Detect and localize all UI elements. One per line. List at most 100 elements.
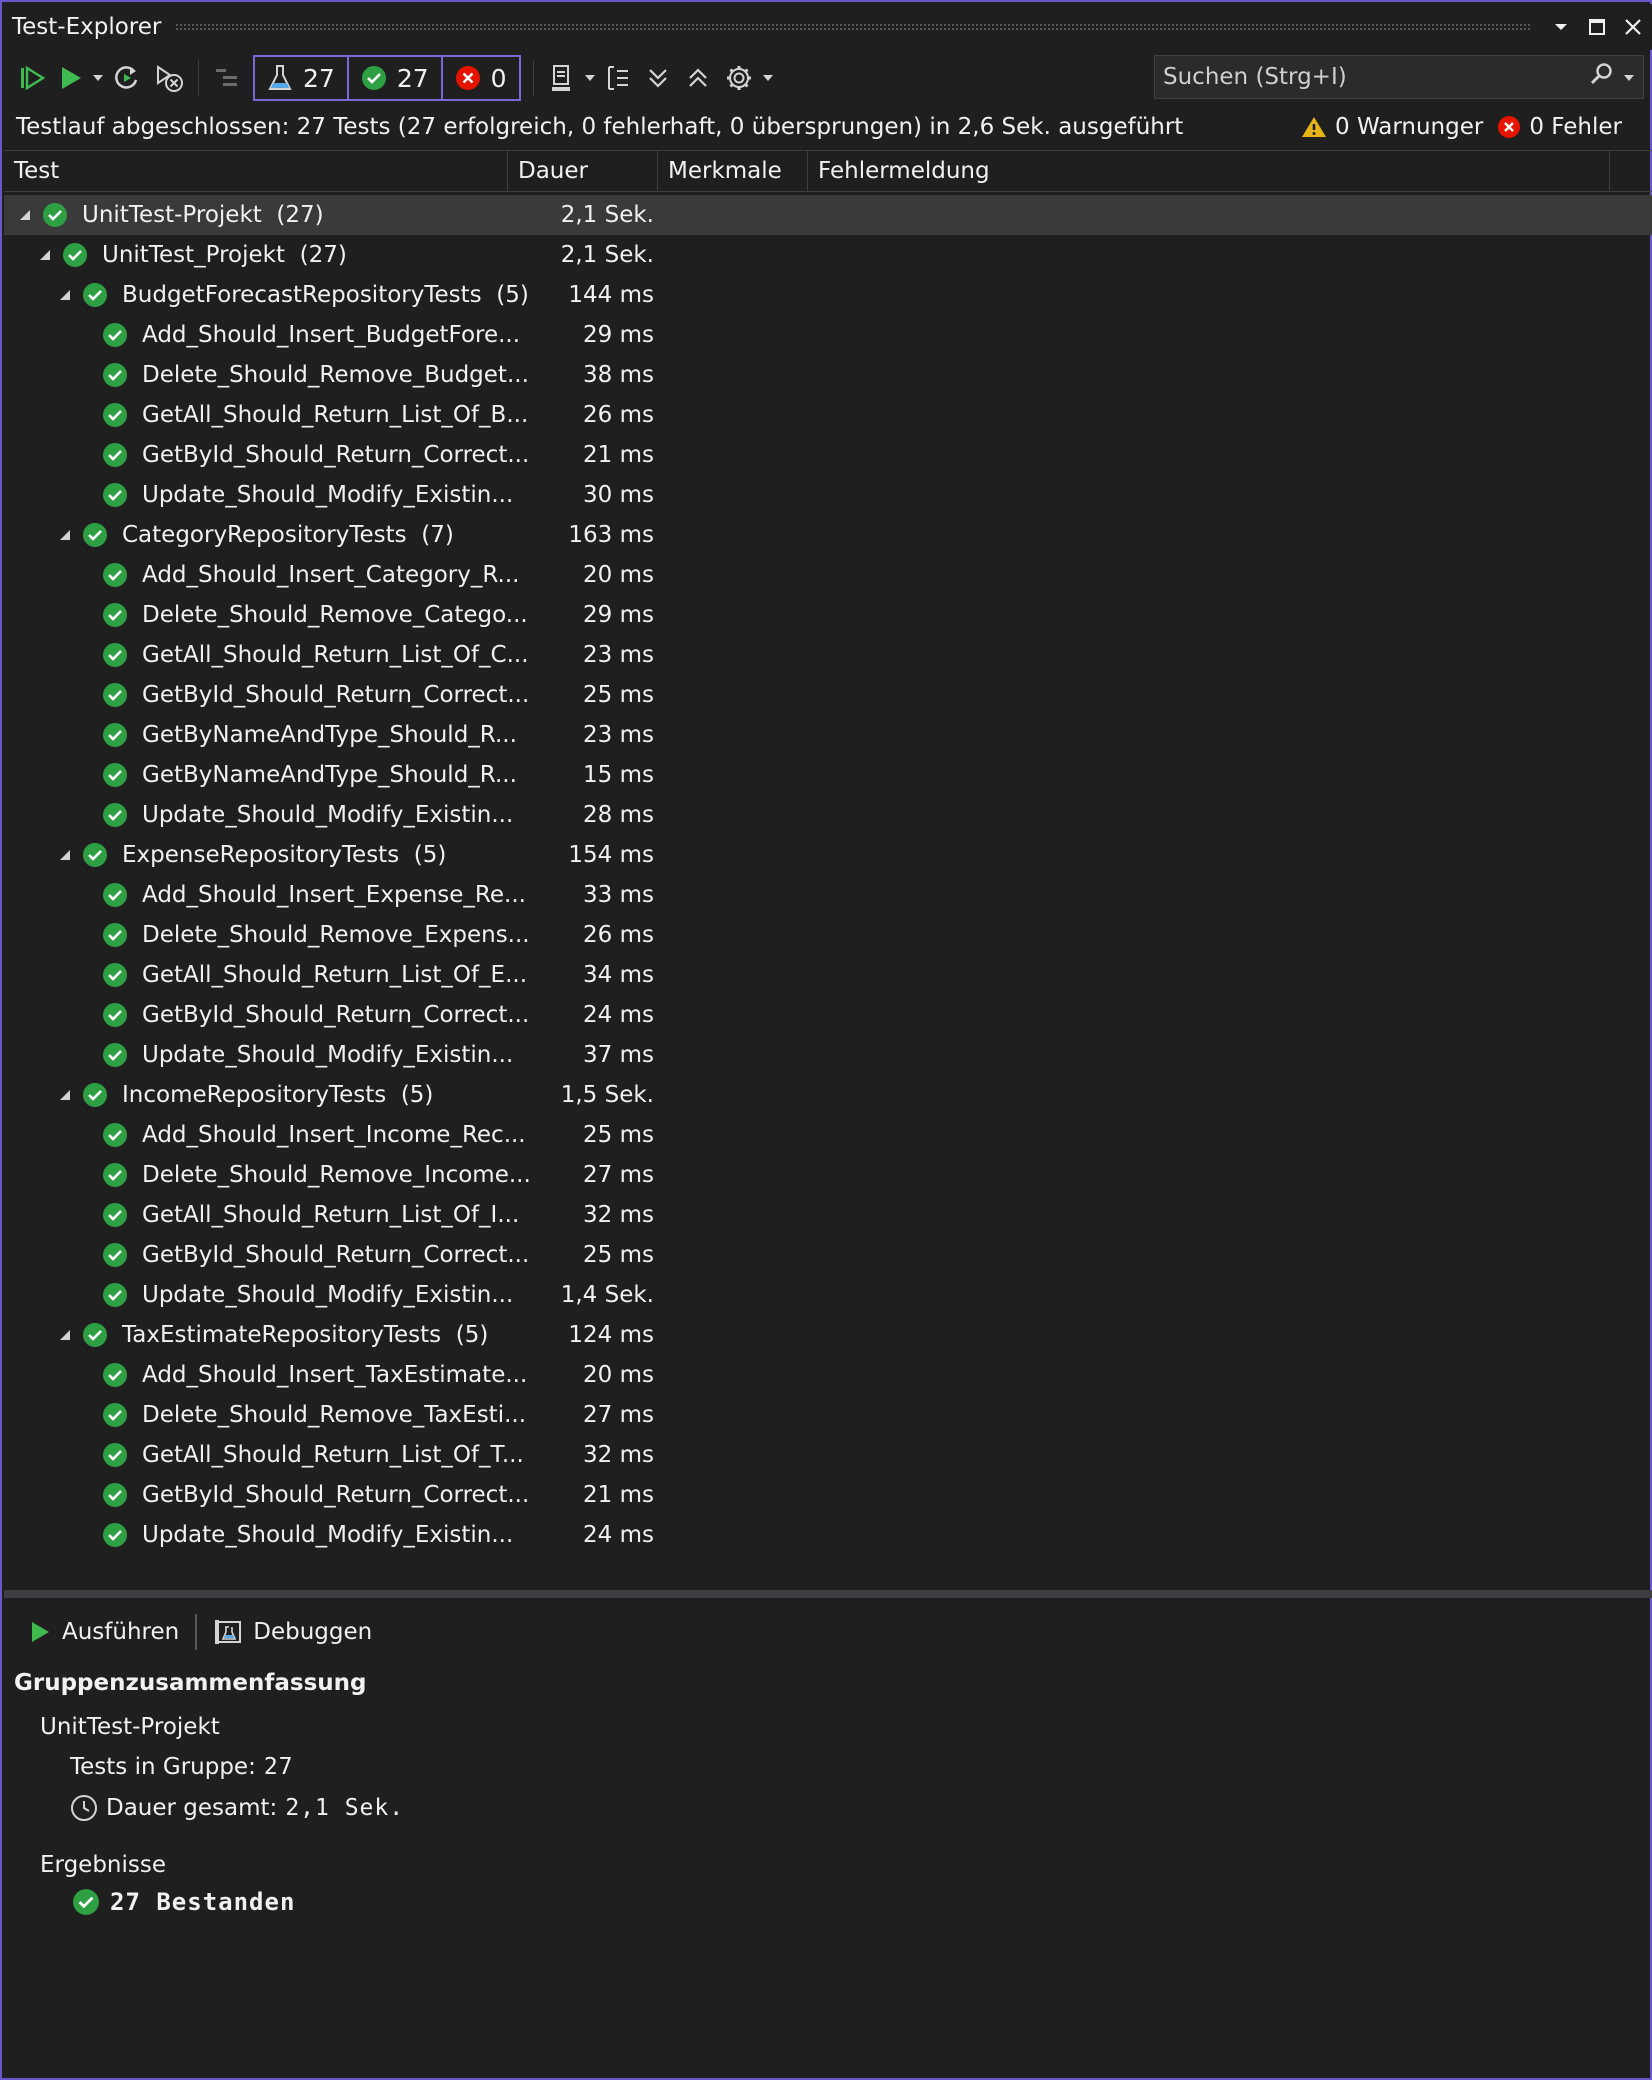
- duration-cell: 23 ms: [583, 642, 654, 668]
- test-row[interactable]: Add_Should_Insert_Category_R... 20 ms: [4, 555, 1652, 595]
- test-row[interactable]: GetById_Should_Return_Correct... 25 ms: [4, 1235, 1652, 1275]
- test-row[interactable]: GetAll_Should_Return_List_Of_I... 32 ms: [4, 1195, 1652, 1235]
- tree-group-row[interactable]: BudgetForecastRepositoryTests (5) 144 ms: [4, 275, 1652, 315]
- collapse-triangle-icon[interactable]: [56, 526, 74, 544]
- run-all-icon[interactable]: [12, 56, 52, 100]
- cancel-run-icon[interactable]: [148, 56, 190, 100]
- settings-icon[interactable]: [718, 56, 760, 100]
- test-row[interactable]: GetAll_Should_Return_List_Of_B... 26 ms: [4, 395, 1652, 435]
- filter-all-tests[interactable]: 27: [255, 57, 349, 99]
- warnings-count[interactable]: 0 Warnunger: [1335, 114, 1483, 140]
- tree-item: Add_Should_Insert_Income_Rec...: [102, 1115, 526, 1155]
- group-name-label: IncomeRepositoryTests (5): [122, 1082, 434, 1108]
- collapse-triangle-icon[interactable]: [56, 1086, 74, 1104]
- collapse-triangle-icon[interactable]: [56, 846, 74, 864]
- tree-item: Add_Should_Insert_BudgetFore...: [102, 315, 520, 355]
- tree-group-row[interactable]: UnitTest-Projekt (27) 2,1 Sek.: [4, 195, 1652, 235]
- test-row[interactable]: GetAll_Should_Return_List_Of_E... 34 ms: [4, 955, 1652, 995]
- tree-group-row[interactable]: IncomeRepositoryTests (5) 1,5 Sek.: [4, 1075, 1652, 1115]
- maximize-icon[interactable]: [1580, 10, 1614, 44]
- passed-icon: [43, 203, 67, 227]
- run-icon[interactable]: [52, 56, 90, 100]
- run-button[interactable]: Ausführen: [22, 1619, 185, 1645]
- filter-passed-tests[interactable]: 27: [349, 57, 443, 99]
- close-icon[interactable]: [1616, 10, 1650, 44]
- column-header-duration[interactable]: Dauer: [508, 151, 658, 191]
- group-name[interactable]: UnitTest-Projekt: [40, 1714, 220, 1740]
- tree-group-row[interactable]: ExpenseRepositoryTests (5) 154 ms: [4, 835, 1652, 875]
- tree-group-row[interactable]: CategoryRepositoryTests (7) 163 ms: [4, 515, 1652, 555]
- test-name-label: Update_Should_Modify_Existin...: [142, 1282, 514, 1308]
- tree-item: UnitTest-Projekt (27): [16, 195, 324, 235]
- test-row[interactable]: Delete_Should_Remove_Catego... 29 ms: [4, 595, 1652, 635]
- test-row[interactable]: Add_Should_Insert_TaxEstimate... 20 ms: [4, 1355, 1652, 1395]
- test-row[interactable]: Delete_Should_Remove_Budget... 38 ms: [4, 355, 1652, 395]
- window-title: Test-Explorer: [12, 14, 162, 40]
- tree-item: GetAll_Should_Return_List_Of_B...: [102, 395, 528, 435]
- test-row[interactable]: GetAll_Should_Return_List_Of_C... 23 ms: [4, 635, 1652, 675]
- playlist-icon[interactable]: [542, 56, 582, 100]
- search-icon[interactable]: [1589, 61, 1615, 93]
- drag-grip[interactable]: [175, 23, 1530, 31]
- test-row[interactable]: Delete_Should_Remove_Expens... 26 ms: [4, 915, 1652, 955]
- filter-failed-tests[interactable]: 0: [443, 57, 519, 99]
- tree-group-row[interactable]: UnitTest_Projekt (27) 2,1 Sek.: [4, 235, 1652, 275]
- passed-icon: [63, 243, 87, 267]
- collapse-triangle-icon[interactable]: [56, 286, 74, 304]
- test-row[interactable]: Update_Should_Modify_Existin... 37 ms: [4, 1035, 1652, 1075]
- test-name-label: Update_Should_Modify_Existin...: [142, 1042, 514, 1068]
- window-dropdown-icon[interactable]: [1544, 10, 1578, 44]
- playlist-dropdown-icon[interactable]: [582, 56, 598, 100]
- test-row[interactable]: GetAll_Should_Return_List_Of_T... 32 ms: [4, 1435, 1652, 1475]
- tree-item: GetAll_Should_Return_List_Of_E...: [102, 955, 527, 995]
- test-row[interactable]: Add_Should_Insert_BudgetFore... 29 ms: [4, 315, 1652, 355]
- debug-button[interactable]: Debuggen: [207, 1618, 378, 1646]
- passed-icon: [103, 1403, 127, 1427]
- passed-icon: [103, 763, 127, 787]
- tree-item: Update_Should_Modify_Existin...: [102, 1035, 513, 1075]
- group-by-icon[interactable]: [207, 56, 249, 100]
- duration-cell: 21 ms: [583, 1482, 654, 1508]
- passed-result[interactable]: 27 Bestanden: [72, 1888, 295, 1916]
- passed-icon: [103, 603, 127, 627]
- run-summary-bar: Testlauf abgeschlossen: 27 Tests (27 erf…: [4, 106, 1652, 148]
- test-row[interactable]: GetById_Should_Return_Correct... 25 ms: [4, 675, 1652, 715]
- expand-all-icon[interactable]: [638, 56, 678, 100]
- test-row[interactable]: Update_Should_Modify_Existin... 1,4 Sek.: [4, 1275, 1652, 1315]
- panel-splitter[interactable]: [4, 1590, 1652, 1598]
- errors-count[interactable]: 0 Fehler: [1529, 114, 1622, 140]
- column-header-error-message[interactable]: Fehlermeldung: [808, 151, 1610, 191]
- search-options-dropdown-icon[interactable]: [1623, 64, 1635, 90]
- test-row[interactable]: Delete_Should_Remove_Income... 27 ms: [4, 1155, 1652, 1195]
- rerun-failed-icon[interactable]: [106, 56, 148, 100]
- collapse-triangle-icon[interactable]: [56, 1326, 74, 1344]
- total-duration-label: Dauer gesamt:: [106, 1795, 278, 1821]
- test-row[interactable]: GetById_Should_Return_Correct... 21 ms: [4, 1475, 1652, 1515]
- passed-icon: [83, 1323, 107, 1347]
- hierarchy-icon[interactable]: [598, 56, 638, 100]
- test-row[interactable]: Update_Should_Modify_Existin... 30 ms: [4, 475, 1652, 515]
- group-name-label: CategoryRepositoryTests (7): [122, 522, 454, 548]
- tree-group-row[interactable]: TaxEstimateRepositoryTests (5) 124 ms: [4, 1315, 1652, 1355]
- test-row[interactable]: Add_Should_Insert_Income_Rec... 25 ms: [4, 1115, 1652, 1155]
- settings-dropdown-icon[interactable]: [760, 56, 776, 100]
- run-dropdown-icon[interactable]: [90, 56, 106, 100]
- passed-icon: [103, 1443, 127, 1467]
- test-name-label: Add_Should_Insert_TaxEstimate...: [142, 1362, 528, 1388]
- test-row[interactable]: Update_Should_Modify_Existin... 28 ms: [4, 795, 1652, 835]
- search-input[interactable]: [1163, 64, 1589, 90]
- tree-item: Update_Should_Modify_Existin...: [102, 475, 513, 515]
- column-header-test[interactable]: Test: [4, 151, 508, 191]
- test-row[interactable]: Delete_Should_Remove_TaxEsti... 27 ms: [4, 1395, 1652, 1435]
- test-row[interactable]: GetByNameAndType_Should_R... 23 ms: [4, 715, 1652, 755]
- collapse-all-icon[interactable]: [678, 56, 718, 100]
- test-row[interactable]: GetById_Should_Return_Correct... 24 ms: [4, 995, 1652, 1035]
- collapse-triangle-icon[interactable]: [36, 246, 54, 264]
- test-row[interactable]: Add_Should_Insert_Expense_Re... 33 ms: [4, 875, 1652, 915]
- passed-icon: [83, 283, 107, 307]
- column-header-traits[interactable]: Merkmale: [658, 151, 808, 191]
- test-row[interactable]: GetById_Should_Return_Correct... 21 ms: [4, 435, 1652, 475]
- test-row[interactable]: Update_Should_Modify_Existin... 24 ms: [4, 1515, 1652, 1555]
- collapse-triangle-icon[interactable]: [16, 206, 34, 224]
- test-row[interactable]: GetByNameAndType_Should_R... 15 ms: [4, 755, 1652, 795]
